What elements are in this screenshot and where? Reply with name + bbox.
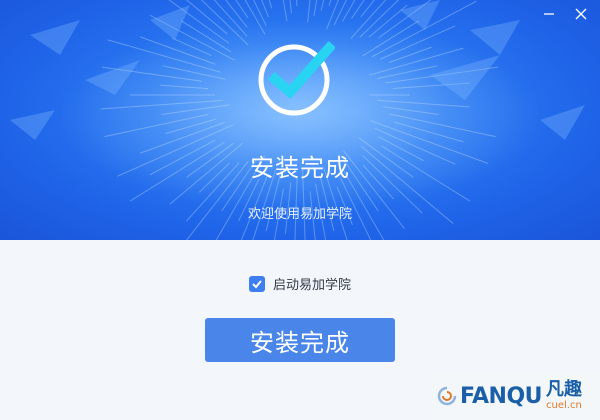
- watermark-domain: cuel.cn: [546, 400, 582, 411]
- hero-banner: 安装完成 欢迎使用易加学院: [0, 0, 600, 240]
- minimize-icon: [544, 13, 554, 15]
- hero-subtitle: 欢迎使用易加学院: [247, 207, 352, 222]
- hero-title: 安装完成: [250, 154, 350, 182]
- window-controls: [538, 4, 592, 24]
- close-button[interactable]: [570, 4, 592, 24]
- installer-window: 安装完成 欢迎使用易加学院 启动易加学院 安装完成 FANQU 凡趣 cuel.…: [0, 0, 600, 420]
- check-circle-icon: [258, 40, 335, 116]
- watermark-brand: FANQU: [460, 383, 543, 409]
- checkmark-icon: [252, 279, 262, 288]
- minimize-button[interactable]: [538, 4, 560, 24]
- launch-checkbox[interactable]: [248, 275, 265, 292]
- close-icon: [575, 8, 587, 20]
- launch-option: 启动易加学院: [0, 274, 600, 293]
- finish-button[interactable]: 安装完成: [205, 318, 395, 362]
- launch-label[interactable]: 启动易加学院: [273, 274, 351, 293]
- watermark: FANQU 凡趣 cuel.cn: [432, 372, 600, 420]
- watermark-brand-cn: 凡趣: [546, 379, 583, 400]
- watermark-right: 凡趣 cuel.cn: [546, 381, 582, 411]
- swirl-logo-icon: [437, 386, 457, 406]
